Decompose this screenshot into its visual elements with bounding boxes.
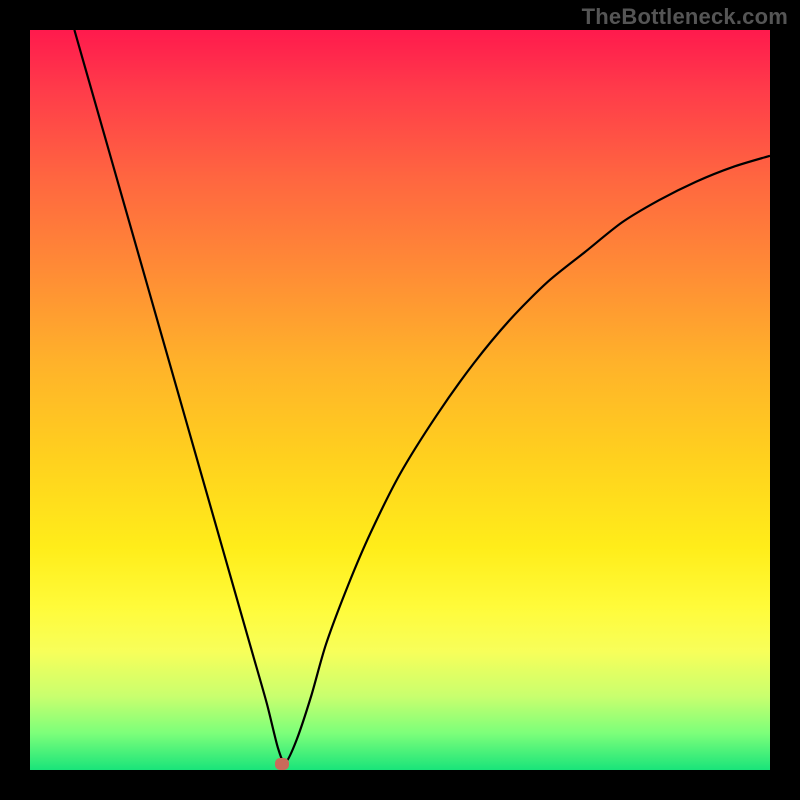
- plot-area: [30, 30, 770, 770]
- chart-frame: TheBottleneck.com: [0, 0, 800, 800]
- optimum-marker: [275, 758, 289, 770]
- bottleneck-curve: [74, 30, 770, 763]
- watermark-text: TheBottleneck.com: [582, 4, 788, 30]
- curve-svg: [30, 30, 770, 770]
